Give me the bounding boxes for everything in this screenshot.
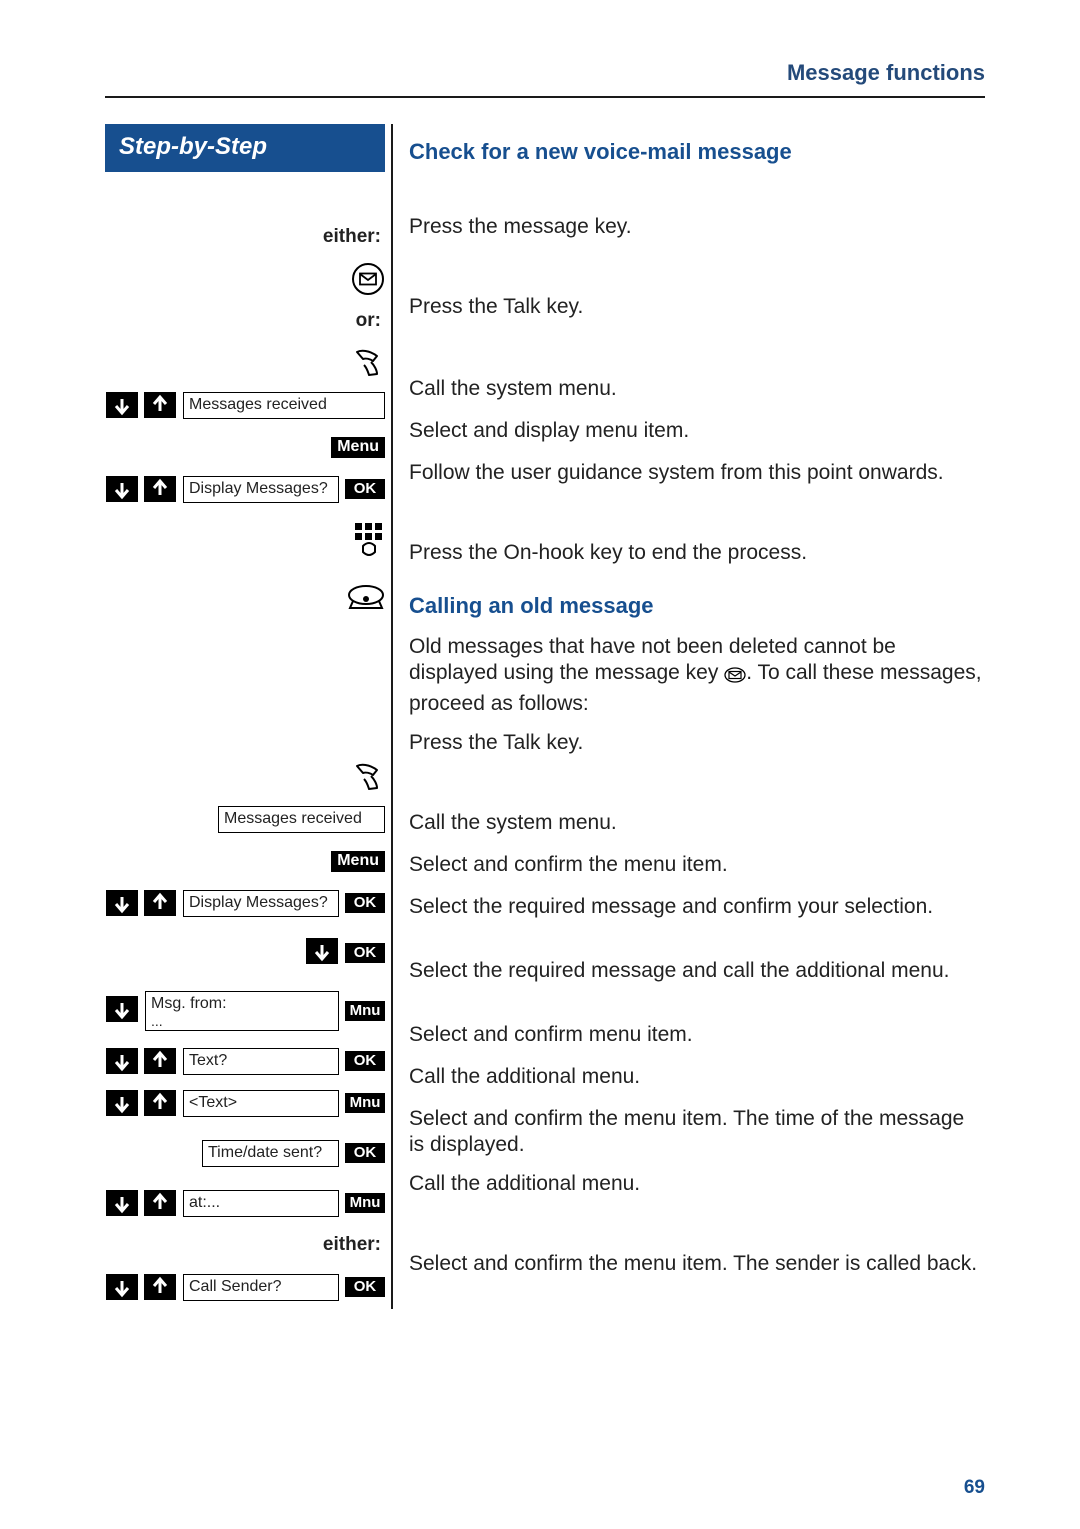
display-at: at:...	[183, 1190, 339, 1217]
up-down-arrows	[105, 1047, 177, 1075]
label-either: either:	[105, 1234, 385, 1256]
section2-title: Calling an old message	[409, 576, 985, 628]
instr-call-menu: Call the system menu.	[409, 804, 985, 846]
mnu-button[interactable]: Mnu	[345, 1093, 385, 1113]
page-number: 69	[964, 1477, 985, 1499]
onhook-key-icon	[347, 583, 385, 611]
ok-button[interactable]: OK	[345, 1143, 385, 1163]
instr-press-message-key: Press the message key.	[409, 208, 985, 250]
section2-intro: Old messages that have not been deleted …	[409, 628, 985, 724]
display-call-sender: Call Sender?	[183, 1274, 339, 1301]
instr-select-required-addl: Select the required message and call the…	[409, 952, 985, 1016]
instr-call-sender: Select and confirm the menu item. The se…	[409, 1245, 985, 1309]
ok-button[interactable]: OK	[345, 1051, 385, 1071]
label-or: or:	[105, 310, 385, 332]
down-arrow	[305, 937, 339, 970]
message-key-inline-icon	[724, 664, 746, 690]
instr-call-additional: Call the additional menu.	[409, 1058, 985, 1100]
instr-sel-conf-item: Select and confirm menu item.	[409, 1016, 985, 1058]
up-down-arrows	[105, 391, 177, 419]
instr-onhook: Press the On-hook key to end the process…	[409, 524, 985, 576]
step-by-step-bar: Step-by-Step	[105, 124, 385, 172]
display-msg-from: Msg. from:...	[145, 991, 339, 1030]
menu-button[interactable]: Menu	[331, 437, 385, 458]
section1-title: Check for a new voice-mail message	[409, 128, 985, 174]
ok-button[interactable]: OK	[345, 479, 385, 499]
up-down-arrows	[105, 1273, 177, 1301]
display-text-q: Text?	[183, 1048, 339, 1075]
instr-time-displayed: Select and confirm the menu item. The ti…	[409, 1100, 985, 1165]
left-column: Step-by-Step either: or: Message	[105, 124, 393, 1309]
display-messages-received: Messages received	[218, 806, 385, 833]
up-down-arrows	[105, 1189, 177, 1217]
instr-select-confirm: Select and confirm the menu item.	[409, 846, 985, 888]
instr-call-menu: Call the system menu.	[409, 370, 985, 412]
talk-key-icon	[351, 348, 385, 378]
mnu-button[interactable]: Mnu	[345, 1001, 385, 1021]
ok-button[interactable]: OK	[345, 893, 385, 913]
display-display-messages: Display Messages?	[183, 476, 339, 503]
keypad-icon	[353, 521, 385, 557]
instr-select-required-confirm: Select the required message and confirm …	[409, 888, 985, 952]
up-down-arrows	[105, 1089, 177, 1117]
ok-button[interactable]: OK	[345, 1277, 385, 1297]
ok-button[interactable]: OK	[345, 943, 385, 963]
right-column: Check for a new voice-mail message Press…	[393, 124, 985, 1309]
mnu-button[interactable]: Mnu	[345, 1193, 385, 1213]
instr-select-display: Select and display menu item.	[409, 412, 985, 454]
display-display-messages: Display Messages?	[183, 890, 339, 917]
menu-button[interactable]: Menu	[331, 851, 385, 872]
manual-page: Message functions Step-by-Step either: o…	[0, 0, 1080, 1529]
up-down-arrows	[105, 889, 177, 917]
instr-follow: Follow the user guidance system from thi…	[409, 454, 985, 524]
down-arrow	[105, 995, 139, 1028]
display-time-sent: Time/date sent?	[202, 1140, 339, 1167]
up-down-arrows	[105, 475, 177, 503]
display-text: <Text>	[183, 1090, 339, 1117]
message-key-icon	[351, 262, 385, 296]
section-header: Message functions	[105, 60, 985, 98]
talk-key-icon	[351, 762, 385, 792]
instr-press-talk: Press the Talk key.	[409, 724, 985, 766]
two-column-layout: Step-by-Step either: or: Message	[105, 124, 985, 1309]
instr-call-additional: Call the additional menu.	[409, 1165, 985, 1207]
display-messages-received: Messages received	[183, 392, 385, 419]
label-either: either:	[105, 226, 385, 248]
instr-press-talk: Press the Talk key.	[409, 288, 985, 330]
